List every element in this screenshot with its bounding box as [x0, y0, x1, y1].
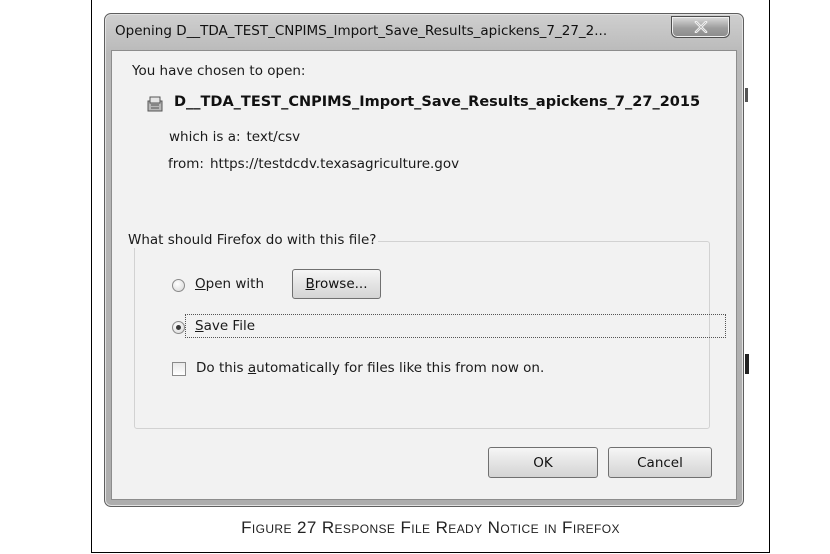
open-with-radio[interactable]: [172, 279, 185, 292]
auto-checkbox[interactable]: [172, 362, 186, 376]
save-file-text: ave File: [203, 318, 256, 334]
ok-label: OK: [533, 454, 553, 471]
browse-text: rowse...: [314, 276, 368, 292]
browse-button[interactable]: Browse...: [292, 269, 381, 299]
save-file-radio[interactable]: [172, 321, 185, 334]
caption-text: Figure 27 Response File Ready Notice in …: [241, 518, 620, 537]
cancel-label: Cancel: [637, 454, 683, 471]
save-file-focus-ring: [185, 314, 726, 338]
open-with-label[interactable]: Open with: [195, 276, 264, 292]
dialog-title: Opening D__TDA_TEST_CNPIMS_Import_Save_R…: [115, 23, 608, 39]
file-name: D__TDA_TEST_CNPIMS_Import_Save_Results_a…: [174, 94, 701, 110]
save-file-mnemonic: S: [195, 318, 204, 334]
cancel-button[interactable]: Cancel: [608, 447, 712, 478]
auto-mnemonic: a: [247, 360, 257, 376]
background-mark: [745, 354, 749, 374]
auto-text-pre: Do this: [196, 360, 248, 376]
close-icon: [694, 21, 707, 33]
open-with-text: pen with: [205, 276, 265, 292]
file-type-value: text/csv: [246, 129, 301, 145]
file-source-label: from:: [168, 156, 204, 172]
browse-mnemonic: B: [305, 276, 315, 292]
action-question: What should Firefox do with this file?: [126, 232, 379, 248]
dialog-titlebar[interactable]: Opening D__TDA_TEST_CNPIMS_Import_Save_R…: [105, 14, 743, 50]
dialog-body: You have chosen to open: D__TDA_TEST_CNP…: [111, 50, 737, 500]
file-type-label: which is a:: [169, 129, 241, 145]
figure-caption: Figure 27 Response File Ready Notice in …: [92, 518, 769, 544]
auto-text-post: utomatically for files like this from no…: [256, 360, 545, 376]
open-with-mnemonic: O: [195, 276, 206, 292]
auto-label[interactable]: Do this automatically for files like thi…: [196, 360, 544, 376]
open-file-dialog: Opening D__TDA_TEST_CNPIMS_Import_Save_R…: [104, 13, 744, 507]
background-mark: [745, 88, 748, 102]
ok-button[interactable]: OK: [488, 447, 598, 478]
chosen-label: You have chosen to open:: [132, 63, 306, 79]
file-type-row: which is a: text/csv: [169, 129, 300, 145]
close-button[interactable]: [671, 16, 730, 38]
file-source-row: from: https://testdcdv.texasagriculture.g…: [168, 156, 459, 172]
file-icon: [147, 96, 163, 112]
file-source-value: https://testdcdv.texasagriculture.gov: [209, 156, 460, 172]
save-file-label[interactable]: Save File: [195, 318, 255, 334]
